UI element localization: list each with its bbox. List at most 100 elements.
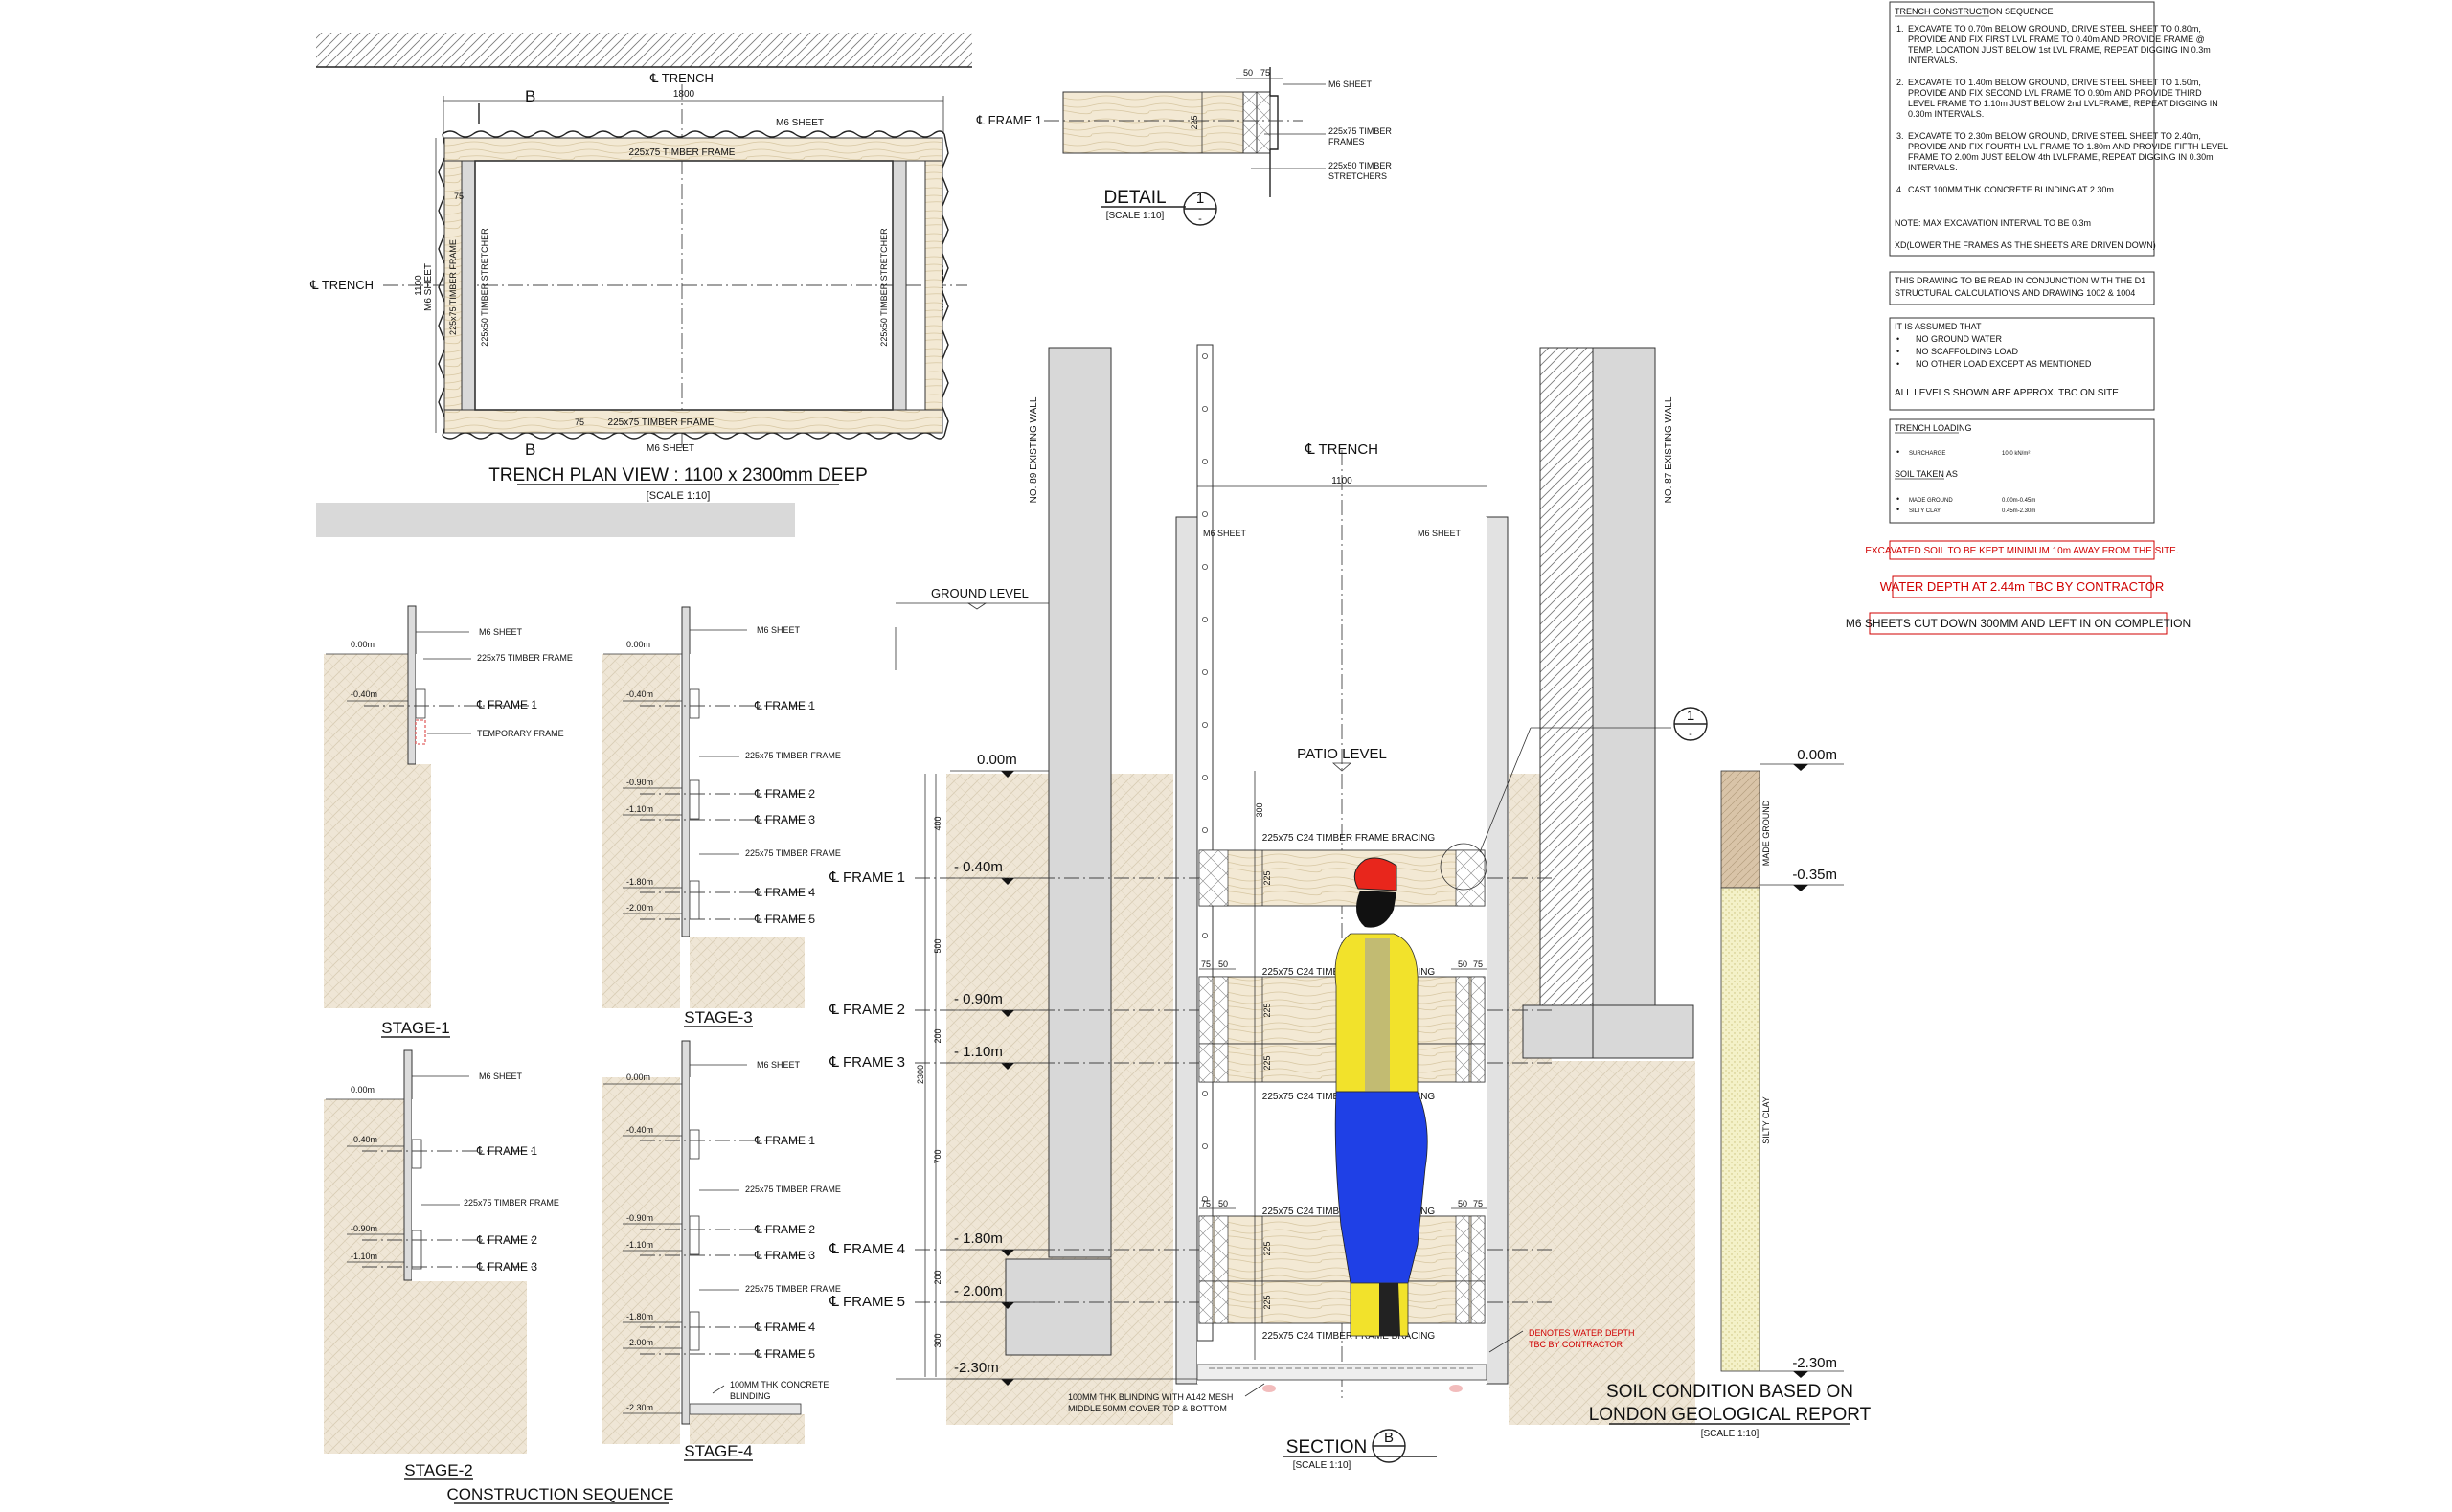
s2-f3: ℄ FRAME 3 — [476, 1260, 537, 1274]
detail-frames-label: 225x75 TIMBER FRAMES — [1328, 126, 1392, 147]
timber-bracing — [1198, 1280, 1486, 1324]
stage-2-title: STAGE-2 — [404, 1461, 472, 1479]
detail-1: ℄ FRAME 1 225 50 75 M6 SHEET 225x75 TIMB… — [976, 67, 1392, 226]
s1-frame: 225x75 TIMBER FRAME — [477, 653, 573, 663]
detail-title: DETAIL — [1103, 188, 1166, 208]
bracing-dim-75: 75 — [1201, 959, 1211, 969]
plan-frame-top-label: 225x75 TIMBER FRAME — [629, 147, 736, 158]
s3-f2: ℄ FRAME 2 — [754, 787, 815, 801]
s1-f1: ℄ FRAME 1 — [476, 698, 537, 711]
s4-f2: ℄ FRAME 2 — [754, 1223, 815, 1236]
right-existing-wall — [1592, 347, 1656, 1009]
s1-lvl-040: -0.40m — [351, 689, 377, 699]
bracing-label: 225x75 C24 TIMBER FRAME BRACING — [1262, 833, 1436, 844]
s4-lvl-040: -0.40m — [626, 1125, 653, 1135]
surcharge-value: 10.0 kN/m² — [2002, 451, 2030, 457]
bracing-label: 225x75 C24 TIMBER FRAME BRACING — [1262, 1331, 1436, 1342]
left-existing-wall — [1048, 347, 1112, 1258]
plan-dim-75-bottom: 75 — [575, 417, 584, 427]
red-note-sheets-text: M6 SHEETS CUT DOWN 300MM AND LEFT IN ON … — [1846, 617, 2191, 630]
detail-number: 1 — [1196, 191, 1204, 207]
detail-dim-75: 75 — [1260, 68, 1270, 78]
soil-row-silty-clay-value: 0.45m-2.30m — [2002, 508, 2035, 514]
s1-temp: TEMPORARY FRAME — [477, 729, 564, 738]
stage-1: 0.00m -0.40m M6 SHEET 225x75 TIMBER FRAM… — [324, 605, 573, 1038]
stage-2: 0.00m -0.40m -0.90m -1.10m M6 SHEET ℄ FR… — [324, 1049, 559, 1480]
note-lower-frames: XD(LOWER THE FRAMES AS THE SHEETS ARE DR… — [1895, 240, 2156, 250]
s4-frame-a: 225x75 TIMBER FRAME — [745, 1185, 841, 1194]
detail-dim-50: 50 — [1243, 68, 1253, 78]
svg-text:•: • — [1896, 505, 1899, 514]
plan-m6-top: M6 SHEET — [776, 118, 824, 128]
bracing-dim-225: 225 — [1262, 1295, 1272, 1309]
s3-lvl-180: -1.80m — [626, 877, 653, 887]
section-level: - 1.80m — [954, 1230, 1003, 1247]
section-frame-label: ℄ FRAME 1 — [829, 869, 905, 886]
s2-lvl-000: 0.00m — [351, 1085, 375, 1095]
section-level: -2.30m — [954, 1360, 999, 1376]
loading-title: TRENCH LOADING — [1895, 423, 1972, 433]
bracing-dim-50: 50 — [1218, 959, 1228, 969]
sequence-step-line: CAST 100MM THK CONCRETE BLINDING AT 2.30… — [1908, 185, 2116, 194]
s3-f3: ℄ FRAME 3 — [754, 813, 815, 826]
sequence-step-line: EXCAVATE TO 0.70m BELOW GROUND, DRIVE ST… — [1908, 24, 2201, 34]
svg-text:•: • — [1896, 447, 1899, 457]
detail-scale: [SCALE 1:10] — [1106, 211, 1165, 221]
dim-200b: 200 — [933, 1270, 942, 1284]
soil-title-2: LONDON GEOLOGICAL REPORT — [1589, 1405, 1872, 1425]
s4-blinding-2: BLINDING — [730, 1391, 771, 1401]
s4-lvl-110: -1.10m — [626, 1240, 653, 1250]
s4-m6: M6 SHEET — [757, 1060, 801, 1070]
construction-stages: 0.00m -0.40m M6 SHEET 225x75 TIMBER FRAM… — [324, 605, 841, 1504]
sequence-steps: 1. EXCAVATE TO 0.70m BELOW GROUND, DRIVE … — [1896, 24, 2228, 194]
assumption-2: NO SCAFFOLDING LOAD — [1916, 347, 2019, 356]
blinding-2: MIDDLE 50MM COVER TOP & BOTTOM — [1068, 1404, 1227, 1413]
sequence-step-number: 1. — [1896, 24, 1904, 34]
ground-level: GROUND LEVEL — [931, 586, 1029, 600]
s3-lvl-200: -2.00m — [626, 903, 653, 913]
sequence-step-line: PROVIDE AND FIX FOURTH LVL FRAME TO 1.80… — [1908, 142, 2228, 151]
plan-stretcher-right-label: 225x50 TIMBER STRETCHER — [879, 228, 889, 347]
s1-lvl-000: 0.00m — [351, 640, 375, 649]
made-ground-label: MADE GROUND — [1761, 800, 1771, 866]
plan-section-mark-top: B — [525, 87, 535, 105]
section-frame-label: ℄ FRAME 2 — [829, 1002, 905, 1018]
sequence-step-line: EXCAVATE TO 1.40m BELOW GROUND, DRIVE ST… — [1908, 78, 2201, 87]
right-wall-hatch — [1539, 347, 1594, 1009]
plan-stretcher-left-label: 225x50 TIMBER STRETCHER — [480, 228, 489, 347]
s2-lvl-040: -0.40m — [351, 1135, 377, 1144]
soil-scale: [SCALE 1:10] — [1701, 1429, 1760, 1439]
sequence-notes-title: TRENCH CONSTRUCTION SEQUENCE — [1895, 7, 2054, 16]
sequence-step-line: PROVIDE AND FIX FIRST LVL FRAME TO 0.40m… — [1908, 34, 2205, 44]
plan-bottom-wall — [316, 503, 795, 537]
plan-dim-75-left: 75 — [454, 192, 464, 201]
note-max-interval: NOTE: MAX EXCAVATION INTERVAL TO BE 0.3m — [1895, 218, 2091, 228]
patio-level: PATIO LEVEL — [1297, 746, 1387, 762]
section-frame-label: ℄ FRAME 5 — [829, 1294, 905, 1310]
section-m6-right: M6 SHEET — [1418, 529, 1462, 538]
s3-lvl-000: 0.00m — [626, 640, 650, 649]
section-sheet: - — [1387, 1451, 1391, 1462]
s3-lvl-110: -1.10m — [626, 804, 653, 814]
s4-lvl-000: 0.00m — [626, 1072, 650, 1082]
section-level: - 0.90m — [954, 991, 1003, 1007]
sequence-step-line: INTERVALS. — [1908, 56, 1958, 65]
sequence-step-line: INTERVALS. — [1908, 163, 1958, 172]
s4-f3: ℄ FRAME 3 — [754, 1249, 815, 1262]
levels-note: ALL LEVELS SHOWN ARE APPROX. TBC ON SITE — [1895, 388, 2119, 398]
plan-m6-left: M6 SHEET — [423, 263, 434, 311]
sequence-step-number: 2. — [1896, 78, 1904, 87]
left-m6-sheet — [1175, 516, 1198, 1385]
assumption-1: NO GROUND WATER — [1916, 334, 2002, 344]
svg-text:•: • — [1896, 359, 1899, 369]
stage-4: 0.00m -0.40m -0.90m -1.10m -1.80m -2.00m… — [602, 1040, 841, 1461]
plan-sheet-top — [442, 130, 945, 138]
s4-frame-b: 225x75 TIMBER FRAME — [745, 1284, 841, 1294]
soil-row-silty-clay: SILTY CLAY — [1909, 508, 1941, 514]
soil-lvl-230: -2.30m — [1792, 1355, 1837, 1371]
made-ground-layer — [1720, 770, 1760, 889]
right-m6-sheet — [1486, 516, 1509, 1385]
bracing-dim-225: 225 — [1262, 1055, 1272, 1070]
left-wall-label: NO. 89 EXISTING WALL — [1029, 396, 1039, 503]
dim-300b: 300 — [1255, 802, 1264, 817]
